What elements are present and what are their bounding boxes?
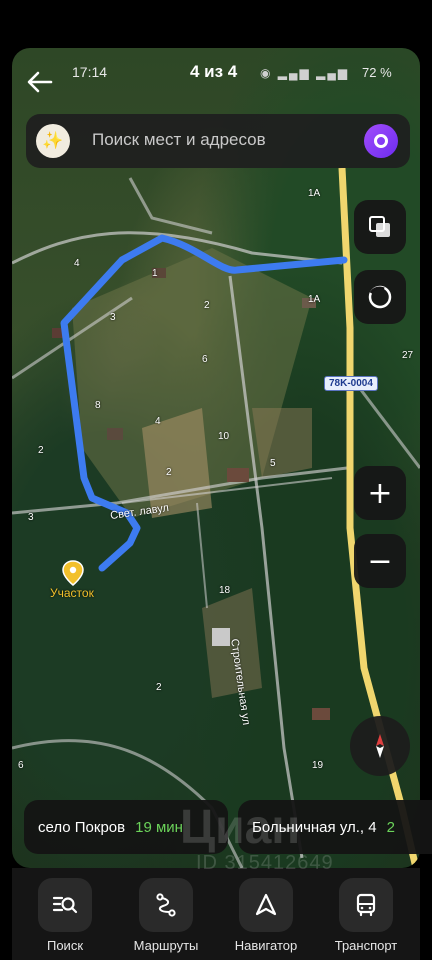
building [227,468,249,482]
house-number-label: 4 [155,416,161,427]
search-bar[interactable]: ✨ Поиск мест и адресов [26,114,410,168]
house-number-label: 10 [218,431,230,442]
route-destination: село Покров [38,818,126,836]
battery-level: 72 % [362,65,392,80]
place-pin-label: Участок [50,586,94,600]
search-input[interactable]: Поиск мест и адресов [92,130,266,150]
nav-item-routes[interactable]: Маршруты [121,878,211,953]
house-number-label: 6 [18,760,24,771]
sparkle-icon: ✨ [42,131,64,151]
house-number-label: 2 [38,445,44,456]
house-number-label: 2 [204,300,210,311]
nav-item-search[interactable]: Поиск [20,878,110,953]
photo-page-counter: 4 из 4 [190,62,238,81]
circle-route-icon [368,285,392,309]
house-number-label: 8 [95,400,101,411]
minor-road [196,502,208,609]
voice-assistant-button[interactable] [364,124,398,158]
layers-icon [369,216,390,237]
building [312,708,330,720]
house-number-label: 3 [110,312,116,323]
compass-button[interactable] [350,716,410,776]
back-arrow-button[interactable] [22,68,58,104]
nav-label: Маршруты [133,938,199,953]
building [212,628,230,646]
route-mode-button[interactable] [354,270,406,324]
house-number-label: 1А [308,294,321,305]
house-number-label: 19 [312,760,324,771]
assistant-ring-icon [374,134,388,148]
house-number-label: 2 [156,682,162,693]
nav-label: Поиск [46,938,84,953]
back-arrow-icon [27,71,53,93]
nav-item-transport[interactable]: Транспорт [321,878,411,953]
compass-icon [376,734,384,758]
minor-road [12,231,343,265]
house-number-label: 1А [308,188,321,199]
route-time: 2 [386,818,395,836]
status-bar: 17:14 4 из 4 ◉ ▂▄▆ ▂▄▆ 72 % [0,60,432,90]
house-number-label: 3 [28,512,34,523]
house-number-label: 5 [270,458,276,469]
watermark-logo: Циан [180,801,301,854]
building [107,428,123,440]
house-number-label: 6 [202,354,208,365]
search-list-icon [38,878,92,932]
house-number-label: 4 [74,258,80,269]
minor-road [128,177,213,235]
app-frame: 1А 4 1 2 1А 3 6 27 8 4 10 2 2 5 3 18 2 6… [0,0,432,960]
watermark-id: ID 315412649 [196,852,334,874]
nav-label: Навигатор [234,938,298,953]
map-layers-button[interactable] [354,200,406,254]
ai-sparkle-button[interactable]: ✨ [36,124,70,158]
status-time: 17:14 [72,64,108,80]
clearing [252,408,312,478]
routes-icon [139,878,193,932]
navigator-arrow-icon [239,878,293,932]
clearing [142,408,212,518]
minor-road [350,377,420,469]
road-number-badge: 78K-0004 [324,376,378,391]
house-number-label: 2 [166,467,172,478]
bus-icon [339,878,393,932]
route-time: 19 мин [135,818,183,836]
nav-label: Транспорт [334,938,398,953]
house-number-label: 1 [152,268,158,279]
nav-item-navigator[interactable]: Навигатор [221,878,311,953]
minus-icon: − [367,543,393,579]
zoom-out-button[interactable]: − [354,534,406,588]
house-number-label: 18 [219,585,231,596]
plus-icon: + [367,475,393,511]
zoom-in-button[interactable]: + [354,466,406,520]
bottom-navigation: Поиск Маршруты Навигатор Транспорт [12,868,420,960]
place-pin-icon[interactable] [62,560,84,586]
signal-wifi-icons: ◉ ▂▄▆ ▂▄▆ [260,66,350,80]
house-number-label: 27 [402,350,414,361]
